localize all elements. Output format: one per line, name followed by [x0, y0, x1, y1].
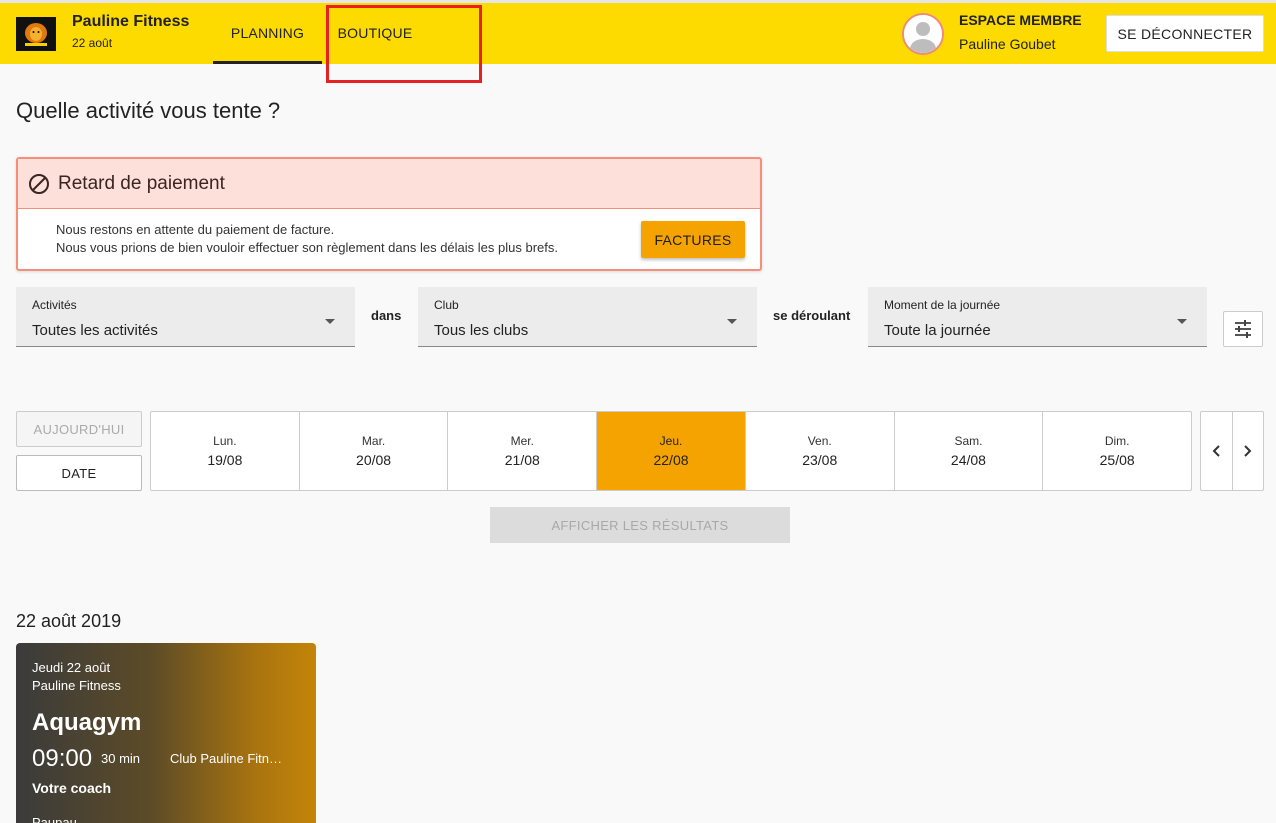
- date-picker-button[interactable]: DATE: [16, 455, 142, 491]
- time-of-day-select[interactable]: Moment de la journée Toute la journée: [868, 287, 1207, 347]
- show-results-button[interactable]: AFFICHER LES RÉSULTATS: [490, 507, 790, 543]
- chevron-right-icon: [1244, 445, 1252, 457]
- brand-name: Pauline Fitness: [72, 13, 190, 30]
- session-card[interactable]: Jeudi 22 août Pauline Fitness Aquagym 09…: [16, 643, 316, 823]
- alert-header: Retard de paiement: [18, 159, 760, 209]
- day-date: 21/08: [504, 452, 540, 468]
- time-of-day-select-label: Moment de la journée: [884, 298, 1001, 312]
- payment-alert: Retard de paiement Nous restons en atten…: [16, 157, 762, 271]
- dropdown-arrow-icon: [1177, 319, 1187, 324]
- day-name: Ven.: [807, 434, 832, 448]
- member-space-label: ESPACE MEMBRE: [959, 12, 1082, 28]
- logout-button[interactable]: SE DÉCONNECTER: [1106, 15, 1264, 52]
- week-day-selector: Lun. 19/08 Mar. 20/08 Mer. 21/08 Jeu. 22…: [150, 411, 1192, 491]
- invoices-button[interactable]: FACTURES: [641, 221, 745, 258]
- block-icon: [29, 173, 49, 194]
- alert-title: Retard de paiement: [58, 172, 225, 194]
- club-select-value: Tous les clubs: [434, 322, 529, 339]
- day-date: 19/08: [207, 452, 243, 468]
- day-name: Dim.: [1104, 434, 1130, 448]
- page-title: Quelle activité vous tente ?: [16, 98, 281, 123]
- day-date: 24/08: [950, 452, 986, 468]
- day-monday[interactable]: Lun. 19/08: [151, 412, 300, 490]
- day-thursday-selected[interactable]: Jeu. 22/08: [597, 412, 746, 490]
- session-coach-label: Votre coach: [32, 780, 112, 796]
- day-name: Sam.: [954, 434, 983, 448]
- top-bar: Pauline Fitness 22 août PLANNING BOUTIQU…: [0, 0, 1276, 64]
- chevron-left-icon: [1212, 445, 1220, 457]
- user-avatar-icon: [904, 15, 942, 53]
- session-coach-name: Paupau: [32, 815, 77, 823]
- tune-icon: [1235, 320, 1251, 338]
- session-organizer: Pauline Fitness: [32, 678, 121, 693]
- day-name: Mer.: [510, 434, 534, 448]
- session-activity: Aquagym: [32, 709, 142, 736]
- previous-week-button[interactable]: [1201, 412, 1233, 490]
- activities-select-label: Activités: [32, 298, 77, 312]
- session-time: 09:00: [32, 745, 93, 772]
- alert-message-line-1: Nous restons en attente du paiement de f…: [56, 222, 335, 237]
- day-date: 25/08: [1099, 452, 1135, 468]
- day-date: 23/08: [802, 452, 838, 468]
- club-select[interactable]: Club Tous les clubs: [418, 287, 757, 347]
- lion-logo-icon: [25, 23, 47, 46]
- member-name: Pauline Goubet: [959, 36, 1056, 52]
- next-week-button[interactable]: [1233, 412, 1264, 490]
- week-navigation: [1200, 411, 1264, 491]
- club-select-label: Club: [434, 298, 459, 312]
- brand-logo[interactable]: [16, 17, 56, 51]
- results-date-heading: 22 août 2019: [16, 611, 122, 631]
- day-date: 22/08: [653, 452, 689, 468]
- day-name: Lun.: [213, 434, 237, 448]
- day-saturday[interactable]: Sam. 24/08: [895, 412, 1044, 490]
- avatar[interactable]: [902, 13, 944, 55]
- brand-date: 22 août: [72, 36, 113, 50]
- session-club: Club Pauline Fitn…: [170, 751, 282, 766]
- day-tuesday[interactable]: Mar. 20/08: [300, 412, 449, 490]
- advanced-filters-button[interactable]: [1223, 311, 1263, 347]
- activities-select[interactable]: Activités Toutes les activités: [16, 287, 355, 347]
- day-name: Jeu.: [659, 434, 683, 448]
- day-sunday[interactable]: Dim. 25/08: [1043, 412, 1191, 490]
- day-friday[interactable]: Ven. 23/08: [746, 412, 895, 490]
- day-date: 20/08: [356, 452, 392, 468]
- dropdown-arrow-icon: [727, 319, 737, 324]
- connector-se-deroulant: se déroulant: [773, 308, 851, 323]
- day-name: Mar.: [361, 434, 386, 448]
- connector-dans: dans: [371, 308, 402, 323]
- activities-select-value: Toutes les activités: [32, 322, 158, 339]
- session-duration: 30 min: [101, 751, 141, 766]
- dropdown-arrow-icon: [325, 319, 335, 324]
- time-of-day-select-value: Toute la journée: [884, 322, 991, 339]
- alert-message-line-2: Nous vous prions de bien vouloir effectu…: [56, 240, 558, 255]
- today-button[interactable]: AUJOURD'HUI: [16, 411, 142, 447]
- tab-planning[interactable]: PLANNING: [213, 3, 322, 64]
- session-day: Jeudi 22 août: [32, 660, 111, 675]
- tab-boutique[interactable]: BOUTIQUE: [330, 3, 420, 64]
- day-wednesday[interactable]: Mer. 21/08: [448, 412, 598, 490]
